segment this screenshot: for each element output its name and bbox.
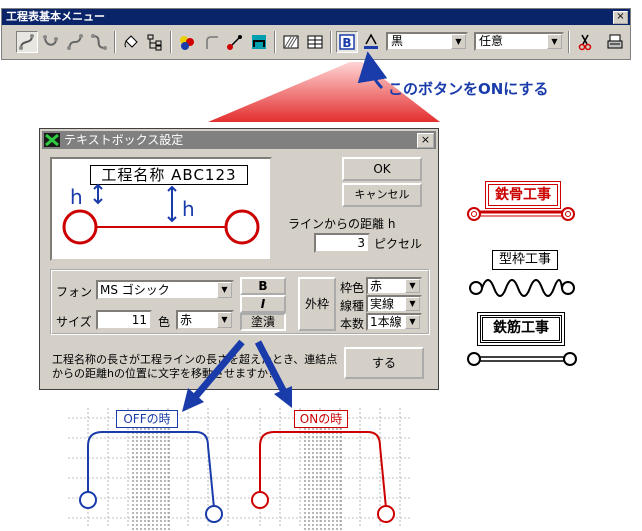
text-color-select[interactable]: 赤 ▼ <box>176 310 234 330</box>
formwork-label: 型枠工事 <box>492 250 558 270</box>
dialog-title: テキストボックス設定 <box>42 131 436 149</box>
cancel-button[interactable]: キャンセル <box>342 183 422 207</box>
distance-unit: ピクセル <box>374 237 423 251</box>
font-select[interactable]: MS ゴシック ▼ <box>96 280 234 300</box>
preview-h-right: h <box>182 197 195 221</box>
size-input[interactable]: 11 <box>96 310 152 330</box>
preview-panel: 工程名称 ABC123 h h <box>50 157 272 261</box>
preview-h-left: h <box>70 185 83 209</box>
comparison-grids <box>68 339 410 530</box>
formwork-example <box>469 279 575 297</box>
distance-label: ラインからの距離 h <box>288 217 396 231</box>
arrow-to-off <box>193 339 245 399</box>
line-type-select-value: 実線 <box>370 297 395 311</box>
line-count-select[interactable]: 1本線 ▼ <box>366 313 422 331</box>
on-label: ONの時 <box>294 410 348 428</box>
bold-button[interactable]: B <box>240 277 286 295</box>
frame-color-label: 枠色 <box>340 281 365 295</box>
frame-color-select[interactable]: 赤 ▼ <box>366 277 422 295</box>
arrow-to-on <box>254 340 288 394</box>
color-label: 色 <box>158 315 171 329</box>
distance-input[interactable]: 3 <box>314 233 370 253</box>
ok-button[interactable]: OK <box>342 157 422 181</box>
chevron-down-icon: ▼ <box>405 315 420 329</box>
size-label: サイズ <box>56 315 92 329</box>
preview-diagram <box>62 183 260 245</box>
italic-button[interactable]: I <box>240 295 286 313</box>
chevron-down-icon: ▼ <box>405 279 420 293</box>
dialog-close-button[interactable]: × <box>417 133 434 148</box>
fill-toggle-button[interactable]: 塗潰 <box>240 313 286 331</box>
chevron-down-icon: ▼ <box>217 312 232 328</box>
frame-button[interactable]: 外枠 <box>298 277 336 331</box>
chevron-down-icon: ▼ <box>405 297 420 311</box>
line-type-select[interactable]: 実線 ▼ <box>366 295 422 313</box>
off-label: OFFの時 <box>116 410 178 428</box>
frame-color-select-value: 赤 <box>370 279 383 293</box>
rebar-label: 鉄筋工事 <box>477 312 565 346</box>
app-x-icon <box>44 133 60 147</box>
font-select-value: MS ゴシック <box>100 283 170 297</box>
line-type-label: 線種 <box>340 299 365 313</box>
text-color-select-value: 赤 <box>180 313 193 327</box>
chevron-down-icon: ▼ <box>217 282 232 298</box>
line-count-select-value: 1本線 <box>370 315 402 329</box>
callout-text: このボタンをONにする <box>388 80 549 98</box>
rebar-example <box>467 352 577 366</box>
steel-frame-label: 鉄骨工事 <box>485 181 561 209</box>
